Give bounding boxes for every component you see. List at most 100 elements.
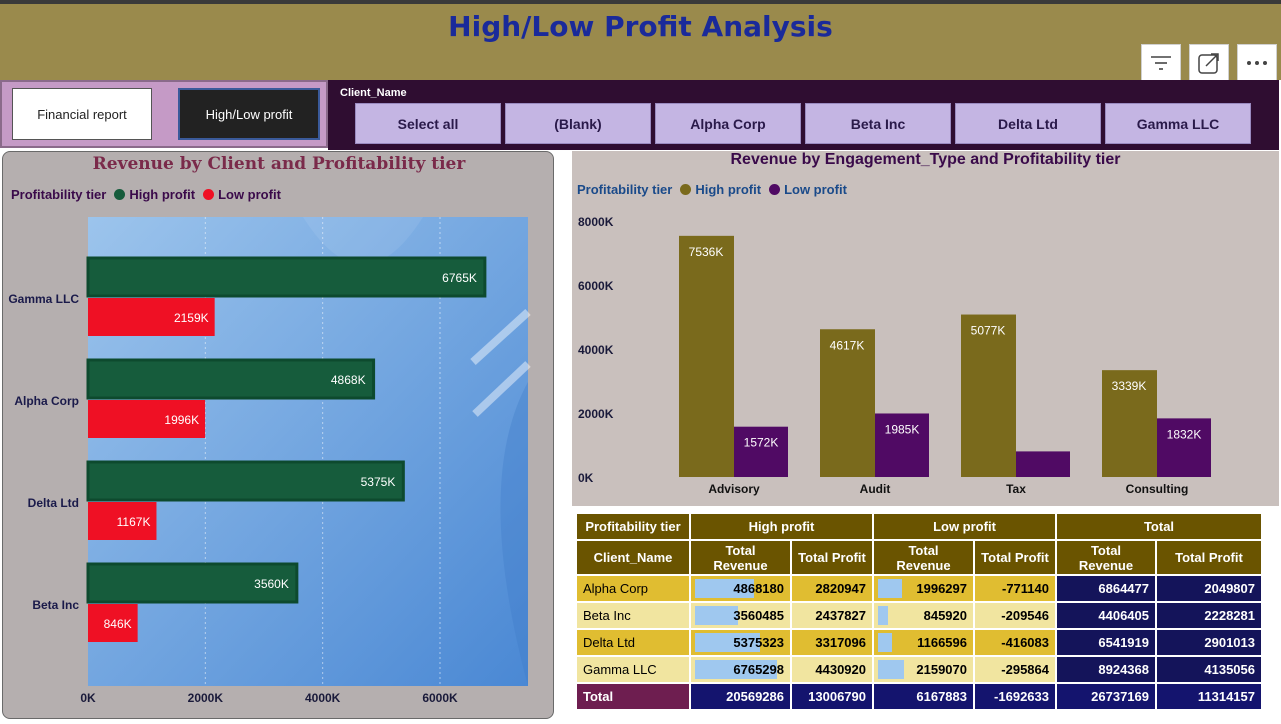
- filter-button[interactable]: [1141, 44, 1181, 81]
- slicer-option-beta-inc[interactable]: Beta Inc: [805, 103, 951, 144]
- table-cell: 6765298: [691, 657, 790, 682]
- data-label-low-profit: 2159K: [174, 311, 209, 325]
- table-cell: 1166596: [874, 630, 973, 655]
- cell-value: 3560485: [733, 608, 784, 623]
- table-cell: 8924368: [1057, 657, 1155, 682]
- table-cell: -416083: [975, 630, 1055, 655]
- table-cell: Delta Ltd: [577, 630, 689, 655]
- y-category-label: Alpha Corp: [14, 394, 79, 408]
- column-header[interactable]: Total Revenue: [1057, 541, 1155, 574]
- y-category-label: Gamma LLC: [8, 292, 79, 306]
- table-row[interactable]: Beta Inc 3560485 2437827 845920 -209546 44064…: [577, 603, 1261, 628]
- x-category-label: Consulting: [1126, 482, 1189, 496]
- revenue-by-engagement-chart[interactable]: Revenue by Engagement_Type and Profitabi…: [572, 151, 1279, 506]
- more-options-button[interactable]: [1237, 44, 1277, 81]
- column-header[interactable]: Total Profit: [792, 541, 872, 574]
- data-label-low-profit: 846K: [104, 617, 132, 631]
- slicer-option-blank[interactable]: (Blank): [505, 103, 651, 144]
- table-cell: 2820947: [792, 576, 872, 601]
- y-tick-label: 6000K: [578, 279, 614, 293]
- cell-value: 1166596: [917, 635, 967, 650]
- bar-high-profit[interactable]: [86, 460, 405, 502]
- column-header[interactable]: Total Profit: [1157, 541, 1261, 574]
- total-cell: 11314157: [1157, 684, 1261, 709]
- table-cell: 4406405: [1057, 603, 1155, 628]
- slicer-option-select-all[interactable]: Select all: [355, 103, 501, 144]
- financial-report-button[interactable]: Financial report: [12, 88, 152, 140]
- group-header-low-profit[interactable]: Low profit: [874, 514, 1055, 539]
- column-header[interactable]: Total Profit: [975, 541, 1055, 574]
- data-label-high-profit: 6765K: [442, 271, 477, 285]
- high-low-profit-button[interactable]: High/Low profit: [178, 88, 320, 140]
- data-bar: [878, 606, 889, 625]
- data-label-high-profit: 3560K: [254, 577, 289, 591]
- column-header[interactable]: Client_Name: [577, 541, 689, 574]
- table-cell: 2901013: [1157, 630, 1261, 655]
- x-category-label: Tax: [1006, 482, 1026, 496]
- x-tick-label: 2000K: [188, 691, 224, 705]
- table-row[interactable]: Gamma LLC 6765298 4430920 2159070 -295864 892…: [577, 657, 1261, 682]
- matrix: Profitability tier High profit Low profi…: [575, 512, 1263, 711]
- table-row[interactable]: Alpha Corp 4868180 2820947 1996297 -771140 68…: [577, 576, 1261, 601]
- x-tick-label: 0K: [80, 691, 96, 705]
- column-header[interactable]: Total Revenue: [874, 541, 973, 574]
- table-cell: 4430920: [792, 657, 872, 682]
- slicer-option-gamma-llc[interactable]: Gamma LLC: [1105, 103, 1251, 144]
- y-tick-label: 4000K: [578, 343, 614, 357]
- focus-mode-button[interactable]: [1189, 44, 1229, 81]
- data-label-high-profit: 4868K: [331, 373, 366, 387]
- table-cell: Beta Inc: [577, 603, 689, 628]
- data-label-high-profit: 5375K: [361, 475, 396, 489]
- total-cell: -1692633: [975, 684, 1055, 709]
- bar-high-profit[interactable]: [679, 235, 734, 477]
- y-tick-label: 8000K: [578, 215, 614, 229]
- x-category-label: Audit: [860, 482, 891, 496]
- table-cell: Gamma LLC: [577, 657, 689, 682]
- y-category-label: Delta Ltd: [28, 496, 79, 510]
- slicer-option-delta-ltd[interactable]: Delta Ltd: [955, 103, 1101, 144]
- table-cell: -771140: [975, 576, 1055, 601]
- table-cell: -295864: [975, 657, 1055, 682]
- group-header-high-profit[interactable]: High profit: [691, 514, 872, 539]
- table-row[interactable]: Delta Ltd 5375323 3317096 1166596 -416083 654…: [577, 630, 1261, 655]
- x-category-label: Advisory: [708, 482, 760, 496]
- revenue-by-client-chart[interactable]: Revenue by Client and Profitability tier…: [2, 151, 554, 719]
- total-cell: 20569286: [691, 684, 790, 709]
- table-cell: 5375323: [691, 630, 790, 655]
- data-bar: [878, 579, 903, 598]
- cell-value: 1996297: [916, 581, 967, 596]
- column-header[interactable]: Total Revenue: [691, 541, 790, 574]
- focus-mode-icon: [1198, 52, 1219, 74]
- table-cell: 1996297: [874, 576, 973, 601]
- data-label-low-profit: 1572K: [744, 436, 779, 450]
- bar-low-profit[interactable]: [734, 426, 788, 477]
- bar-high-profit[interactable]: [961, 314, 1016, 477]
- table-cell: -209546: [975, 603, 1055, 628]
- data-label-high-profit: 5077K: [971, 324, 1006, 338]
- cell-value: 5375323: [733, 635, 784, 650]
- cell-value: 4868180: [733, 581, 784, 596]
- table-cell: Alpha Corp: [577, 576, 689, 601]
- more-options-icon: [1247, 60, 1267, 65]
- slicer-option-alpha-corp[interactable]: Alpha Corp: [655, 103, 801, 144]
- data-label-high-profit: 7536K: [689, 245, 724, 259]
- filter-icon: [1151, 55, 1171, 70]
- table-cell: 2228281: [1157, 603, 1261, 628]
- y-tick-label: 2000K: [578, 407, 614, 421]
- data-label-high-profit: 4617K: [830, 338, 865, 352]
- group-header-total[interactable]: Total: [1057, 514, 1261, 539]
- table-cell: 3560485: [691, 603, 790, 628]
- profit-matrix-table[interactable]: Profitability tier High profit Low profi…: [572, 508, 1279, 722]
- data-bar: [878, 633, 893, 652]
- x-tick-label: 6000K: [422, 691, 458, 705]
- data-label-low-profit: 1996K: [164, 413, 199, 427]
- slicer-label: Client_Name: [340, 87, 407, 99]
- bar-high-profit[interactable]: [86, 256, 487, 298]
- bar-low-profit[interactable]: [1016, 451, 1070, 477]
- cell-value: 2159070: [916, 662, 967, 677]
- table-cell: 2049807: [1157, 576, 1261, 601]
- y-tick-label: 0K: [578, 471, 594, 485]
- client-name-slicer: Client_Name Select all (Blank) Alpha Cor…: [328, 80, 1279, 150]
- total-cell: 26737169: [1057, 684, 1155, 709]
- y-category-label: Beta Inc: [32, 598, 79, 612]
